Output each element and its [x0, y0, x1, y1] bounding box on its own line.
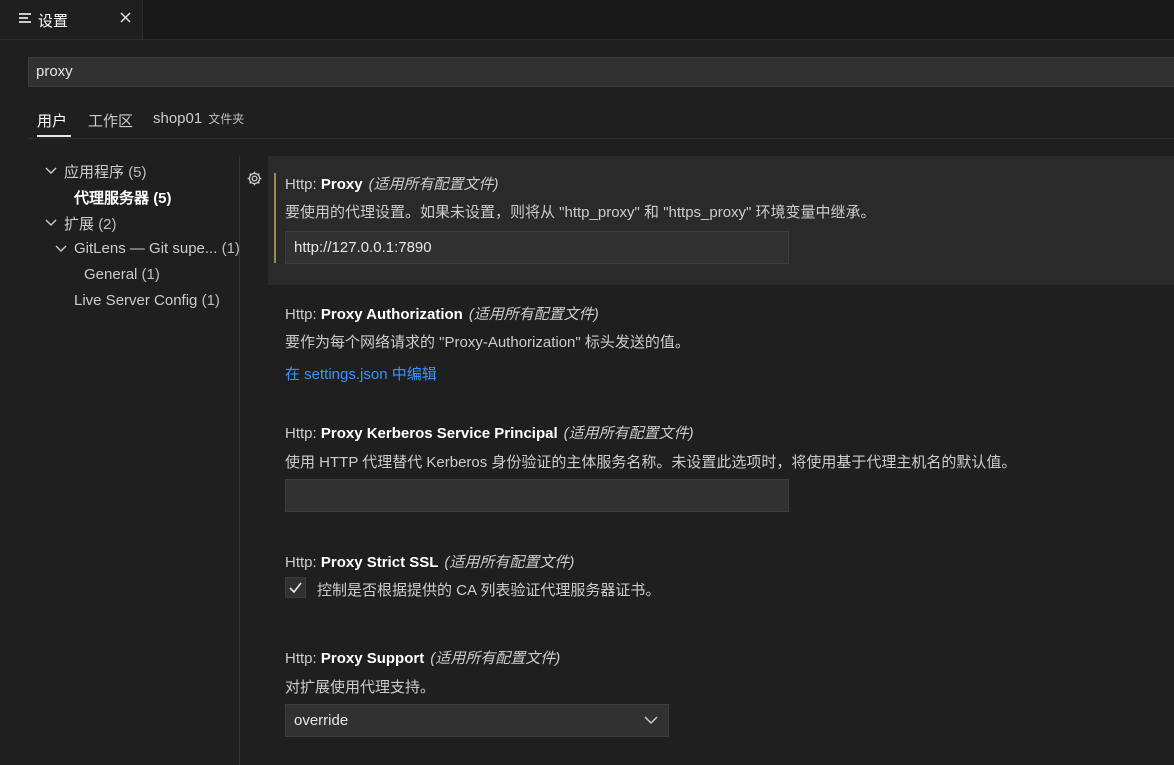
setting-description-kerberos: 使用 HTTP 代理替代 Kerberos 身份验证的主体服务名称。未设置此选项…	[285, 454, 1017, 471]
toc-count: (1)	[141, 266, 160, 283]
setting-category: Http:	[285, 306, 321, 323]
toc-item-extensions[interactable]: 扩展 (2)	[64, 213, 117, 234]
setting-title-strict-ssl: Http: Proxy Strict SSL (适用所有配置文件)	[285, 551, 574, 572]
chevron-down-icon[interactable]	[45, 219, 57, 227]
toc-label: 扩展	[64, 216, 95, 233]
check-icon	[289, 582, 302, 594]
toc-item-gitlens-general[interactable]: General (1)	[84, 266, 160, 283]
toc-count: (2)	[98, 216, 117, 233]
active-tab-indicator	[37, 135, 71, 137]
setting-name: Proxy Support	[320, 650, 425, 667]
setting-name: Proxy Authorization	[320, 306, 463, 323]
proxy-support-dropdown[interactable]: override	[285, 704, 669, 737]
toc-item-application[interactable]: 应用程序 (5)	[64, 161, 147, 182]
tab-folder-sublabel: 文件夹	[208, 112, 245, 126]
toc-label: 代理服务器	[74, 190, 150, 207]
tab-workspace[interactable]: 工作区	[88, 110, 133, 131]
setting-scope-note: (适用所有配置文件)	[368, 176, 499, 193]
setting-description-proxy-authorization: 要作为每个网络请求的 "Proxy-Authorization" 标头发送的值。	[285, 334, 690, 351]
setting-title-proxy-authorization: Http: Proxy Authorization (适用所有配置文件)	[285, 303, 599, 324]
setting-description-proxy-support: 对扩展使用代理支持。	[285, 679, 436, 696]
toc-label: GitLens — Git supe...	[74, 240, 218, 257]
search-input[interactable]: proxy	[36, 63, 73, 80]
setting-category: Http:	[285, 554, 321, 571]
tab-folder[interactable]: shop01 文件夹	[153, 110, 244, 127]
setting-name: Proxy	[320, 176, 363, 193]
setting-description-proxy: 要使用的代理设置。如果未设置，则将从 "http_proxy" 和 "https…	[285, 204, 876, 221]
settings-editor-icon	[19, 13, 31, 24]
chevron-down-icon	[644, 716, 658, 725]
setting-title-proxy-support: Http: Proxy Support (适用所有配置文件)	[285, 647, 560, 668]
setting-category: Http:	[285, 425, 321, 442]
modified-indicator	[274, 173, 276, 263]
settings-toc: 应用程序 (5) 代理服务器 (5) 扩展 (2) GitLens — Git …	[0, 156, 240, 765]
edit-in-settings-json-link[interactable]: 在 settings.json 中编辑	[285, 363, 437, 384]
toc-count: (5)	[128, 164, 147, 181]
setting-title-kerberos: Http: Proxy Kerberos Service Principal (适…	[285, 422, 694, 443]
tab-folder-label: shop01	[153, 110, 203, 127]
toc-item-gitlens[interactable]: GitLens — Git supe... (1)	[74, 240, 240, 257]
setting-scope-note: (适用所有配置文件)	[430, 650, 561, 667]
setting-title-proxy: Http: Proxy (适用所有配置文件)	[285, 173, 499, 194]
toc-count: (5)	[153, 190, 172, 207]
dropdown-value: override	[294, 712, 349, 729]
settings-search-box[interactable]: proxy	[28, 57, 1174, 87]
tab-user[interactable]: 用户	[37, 110, 67, 131]
setting-scope-note: (适用所有配置文件)	[444, 554, 575, 571]
setting-scope-note: (适用所有配置文件)	[563, 425, 694, 442]
toc-label: Live Server Config	[74, 292, 198, 309]
chevron-down-icon[interactable]	[55, 245, 67, 253]
toc-label: General	[84, 266, 138, 283]
setting-category: Http:	[285, 650, 321, 667]
editor-tab-bar: 设置	[0, 0, 1174, 40]
setting-scope-note: (适用所有配置文件)	[468, 306, 599, 323]
strict-ssl-checkbox[interactable]	[285, 577, 306, 598]
toc-item-live-server[interactable]: Live Server Config (1)	[74, 292, 220, 309]
kerberos-principal-input[interactable]	[285, 479, 789, 512]
settings-scope-tabs: 用户 工作区 shop01 文件夹	[28, 104, 1174, 139]
proxy-input[interactable]: http://127.0.0.1:7890	[285, 231, 789, 264]
toc-label: 应用程序	[64, 164, 125, 181]
gear-icon[interactable]	[246, 170, 263, 187]
toc-count: (1)	[201, 292, 220, 309]
setting-name: Proxy Strict SSL	[320, 554, 439, 571]
chevron-down-icon[interactable]	[45, 167, 57, 175]
toc-divider	[239, 156, 240, 765]
toc-item-proxy[interactable]: 代理服务器 (5)	[74, 187, 172, 208]
settings-tab[interactable]: 设置	[0, 0, 143, 39]
toc-count: (1)	[221, 240, 240, 257]
setting-description-strict-ssl: 控制是否根据提供的 CA 列表验证代理服务器证书。	[317, 582, 661, 599]
setting-name: Proxy Kerberos Service Principal	[320, 425, 558, 442]
close-icon[interactable]	[117, 9, 135, 27]
setting-category: Http:	[285, 176, 321, 193]
tab-title: 设置	[38, 13, 69, 30]
